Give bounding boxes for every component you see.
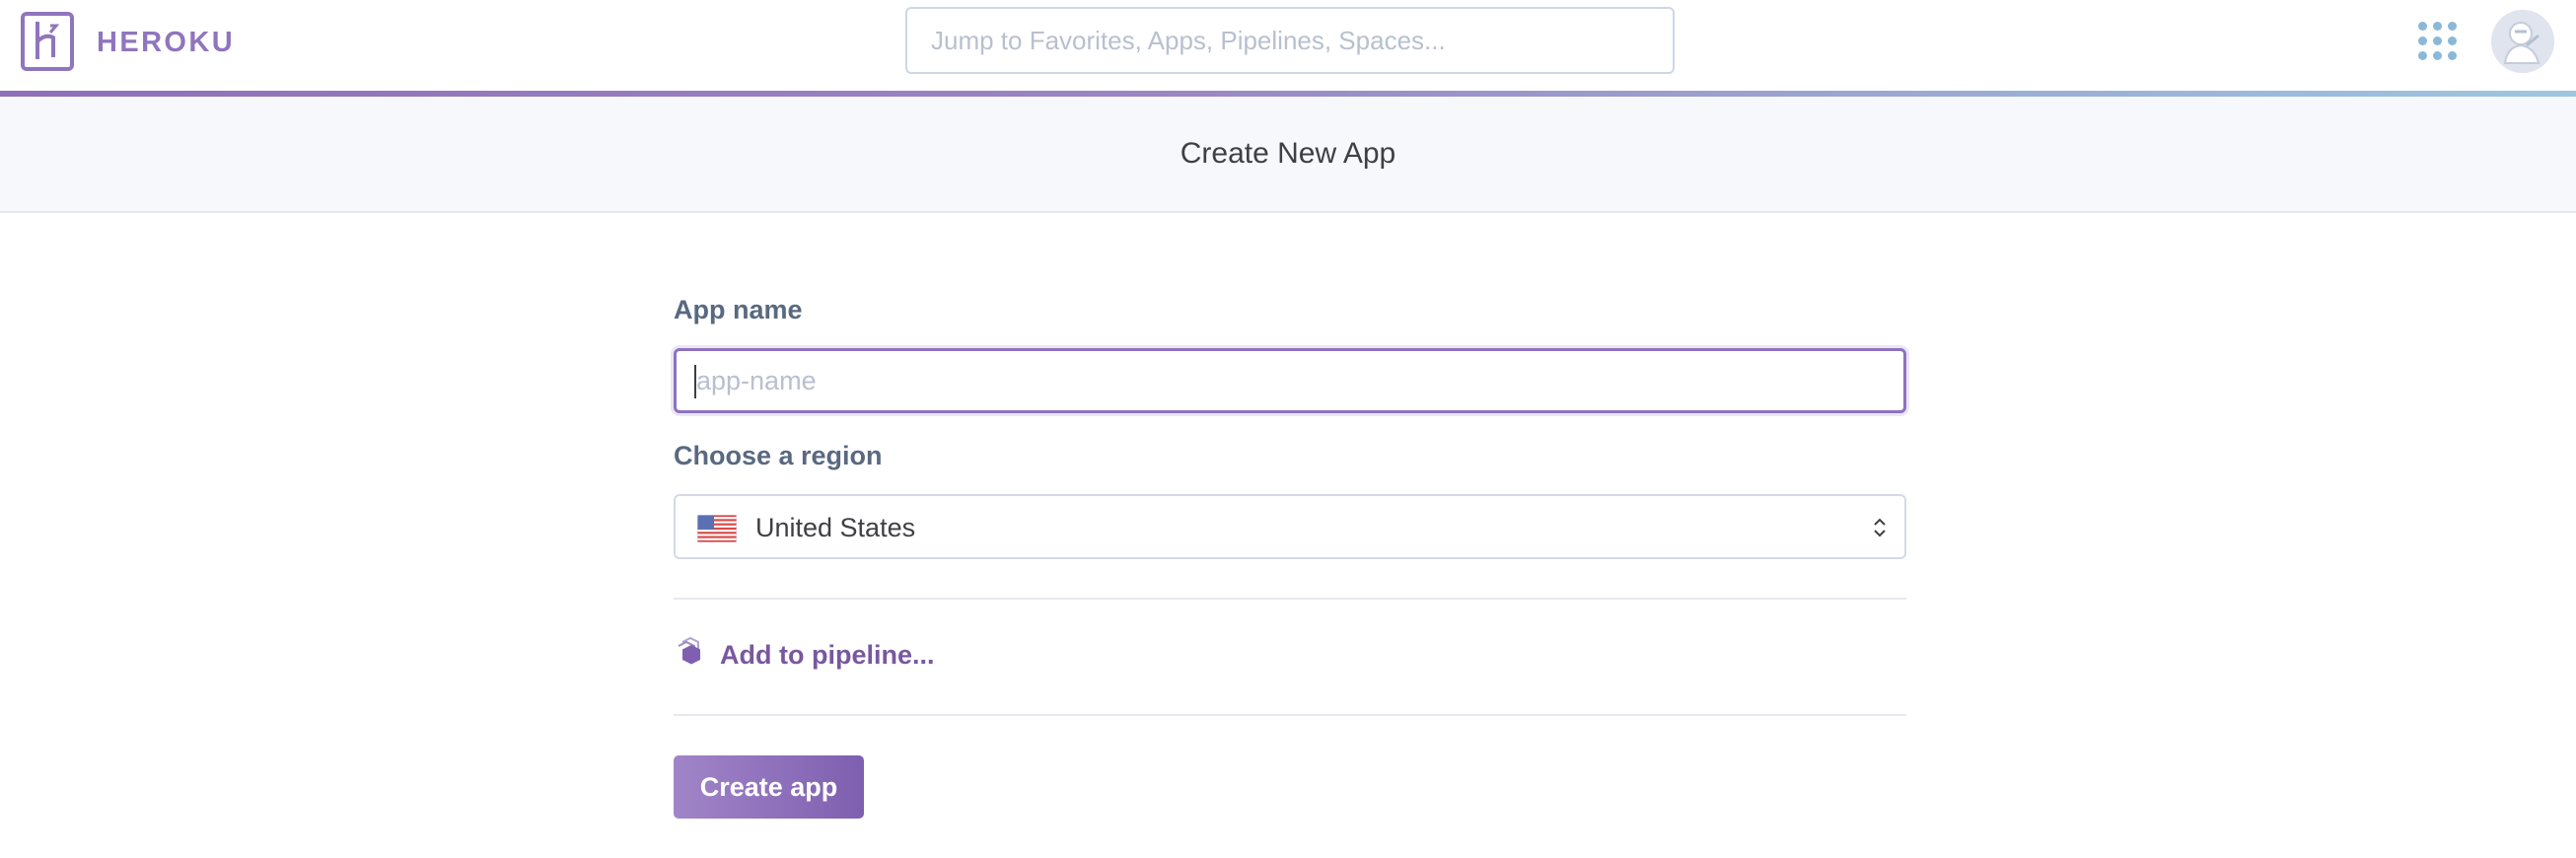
avatar[interactable] [2491, 10, 2554, 73]
region-label: Choose a region [674, 441, 883, 470]
heroku-logo-icon[interactable] [21, 12, 74, 71]
divider [674, 714, 1906, 716]
region-select[interactable]: United States [674, 494, 1906, 559]
text-caret [694, 365, 696, 398]
search-input[interactable] [905, 7, 1675, 74]
app-name-label: App name [674, 295, 803, 324]
page-title: Create New App [1180, 137, 1396, 170]
select-arrows-icon [1874, 518, 1886, 537]
divider [674, 598, 1906, 600]
top-nav: HEROKU [0, 0, 2576, 91]
page-header: Create New App [0, 97, 2576, 213]
app-name-input[interactable] [674, 348, 1906, 413]
apps-grid-icon[interactable] [2418, 22, 2458, 61]
pipeline-icon [678, 637, 700, 665]
add-to-pipeline-label: Add to pipeline... [720, 640, 935, 670]
brand-name[interactable]: HEROKU [97, 28, 235, 57]
create-app-button[interactable]: Create app [674, 755, 864, 819]
region-selected-value: United States [755, 513, 916, 542]
us-flag-icon [697, 515, 737, 542]
